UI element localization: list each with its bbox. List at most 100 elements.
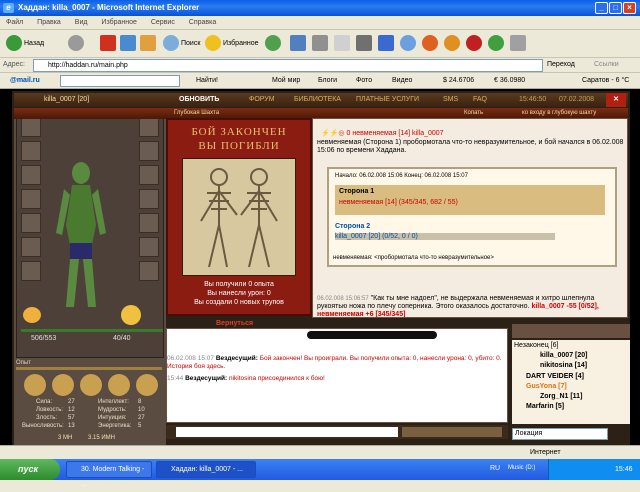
address-input[interactable]: http://haddan.ru/main.php [33,59,543,72]
equip-slot-gloves[interactable] [139,141,159,161]
eur-rate: € 36.0980 [494,77,526,84]
equip-slot-amulet[interactable] [21,141,41,161]
home-button[interactable] [140,35,158,53]
location-select[interactable]: Локация [512,428,608,440]
skill-icon-4[interactable] [108,374,130,396]
task-music[interactable]: 30. Modern Talking - ... [66,461,152,488]
game-close-icon[interactable]: ✕ [606,93,626,107]
player-list-item[interactable]: DART VEIDER [4] [526,373,584,380]
menu-file[interactable]: Файл [6,19,23,26]
log-header: ⚡⚡◎ 0 невменяемая [14] killa_0007 [321,130,444,137]
myworld-link[interactable]: Мой мир [272,73,300,89]
money2-value: 3.15 ИМН [88,435,115,441]
minimize-button[interactable]: _ [595,2,608,14]
player-list-item[interactable]: Marfarin [5] [526,403,564,410]
red-addon-button[interactable] [466,35,484,53]
player-name[interactable]: killa_0007 [20] [44,93,89,107]
go-button[interactable]: Переход [547,61,575,68]
find-button[interactable]: Найти! [196,73,218,89]
equip-slot-weapon[interactable] [21,165,41,185]
chat-buttons[interactable] [402,427,502,437]
grid-addon-button[interactable] [510,35,528,53]
menu-favorites[interactable]: Избранное [101,19,136,26]
mailru-logo[interactable]: @mail.ru [10,73,40,89]
equip-slot-earring[interactable] [139,237,159,257]
nav-faq[interactable]: FAQ [473,93,487,107]
lang-indicator[interactable]: RU [490,465,500,472]
equip-slot-boots[interactable] [21,261,41,281]
back-button[interactable]: Назад [6,35,44,53]
players-header-bar [512,324,630,338]
equip-slot-cloak[interactable] [139,261,159,281]
stop-button[interactable] [100,35,118,53]
discuss-button[interactable] [356,35,374,53]
search-button[interactable]: Поиск [163,35,200,53]
addon-icon [444,35,460,52]
equip-slot-belt[interactable] [21,213,41,233]
return-link[interactable]: Вернуться [216,320,253,327]
battle-result-panel: БОЙ ЗАКОНЧЕН ВЫ ПОГИБЛИ Вы получили 0 оп… [166,118,312,316]
start-button[interactable]: пуск [0,459,60,480]
mail-button[interactable] [290,35,308,53]
maximize-button[interactable]: □ [609,2,622,14]
player-list-item[interactable]: nikitosina [14] [540,362,587,369]
system-tray: 15:46 [548,459,640,480]
addon-button[interactable] [444,35,462,53]
blogs-link[interactable]: Блоги [318,73,337,89]
edit-button[interactable] [334,35,352,53]
menu-tools[interactable]: Сервис [151,19,175,26]
photo-link[interactable]: Фото [356,73,372,89]
task-browser[interactable]: Хаддан: killa_0007 - ... [156,461,256,478]
green-addon-button[interactable] [488,35,506,53]
player-list-item[interactable]: killa_0007 [20] [540,352,587,359]
nav-forum[interactable]: ФОРУМ [249,93,275,107]
print-button[interactable] [312,35,330,53]
video-link[interactable]: Видео [392,73,412,89]
equip-slot-legs[interactable] [139,189,159,209]
mailru-search-input[interactable] [60,75,180,87]
side-2-member[interactable]: killa_0007 [20] (0/52, 0 / 0) [335,233,555,240]
at-button[interactable] [422,35,440,53]
refresh-button[interactable] [120,35,138,53]
equip-slot-bracers[interactable] [139,165,159,185]
equip-slot-armor[interactable] [21,189,41,209]
side-1-box: Сторона 1 невменяемая [14] (345/345, 682… [335,185,605,215]
side-2-label: Сторона 2 [335,223,371,230]
refresh-game-button[interactable]: ОБНОВИТЬ [179,93,219,107]
menu-view[interactable]: Вид [75,19,88,26]
print-icon [312,35,328,52]
skill-icon-1[interactable] [24,374,46,396]
grid-icon [510,35,526,52]
player-list-item[interactable]: Zorg_N1 [11] [540,393,582,400]
forward-button[interactable] [68,35,86,53]
panel-title: Незаконец [6] [514,342,559,349]
player-list-item[interactable]: GusYona [7] [526,383,567,390]
stat-row: Сила: 27 Интеллект: 8 [36,399,142,405]
equip-slot-ring[interactable] [21,237,41,257]
skill-icon-3[interactable] [80,374,102,396]
skill-icon-2[interactable] [52,374,74,396]
side-1-member[interactable]: невменяемая [14] (345/345, 682 / 55) [339,199,458,206]
research-button[interactable] [400,35,418,53]
usd-rate: $ 24.6706 [443,77,475,84]
mail-icon [290,35,306,52]
menu-edit[interactable]: Правка [37,19,61,26]
skill-icon-5[interactable] [136,374,158,396]
menu-help[interactable]: Справка [189,19,216,26]
equip-slot-shield[interactable] [139,117,159,137]
equip-slot-helmet[interactable] [21,117,41,137]
history-button[interactable] [265,35,283,53]
chat-input[interactable] [176,427,398,437]
messenger-button[interactable] [378,35,396,53]
links-label[interactable]: Ссылки [594,61,619,68]
nav-sms[interactable]: SMS [443,93,458,107]
nav-paid[interactable]: ПЛАТНЫЕ УСЛУГИ [356,93,419,107]
equip-slot-ring2[interactable] [139,213,159,233]
close-button[interactable]: × [623,2,636,14]
clock[interactable]: 15:46 [615,459,633,480]
ie-toolbar: Назад Поиск Избранное [0,30,640,58]
favorites-button[interactable]: Избранное [205,35,258,53]
nav-library[interactable]: БИБЛИОТЕКА [294,93,341,107]
game-top-nav: killa_0007 [20] ОБНОВИТЬ ФОРУМ БИБЛИОТЕК… [14,93,628,107]
disk-label[interactable]: Music (D:) [508,465,535,471]
